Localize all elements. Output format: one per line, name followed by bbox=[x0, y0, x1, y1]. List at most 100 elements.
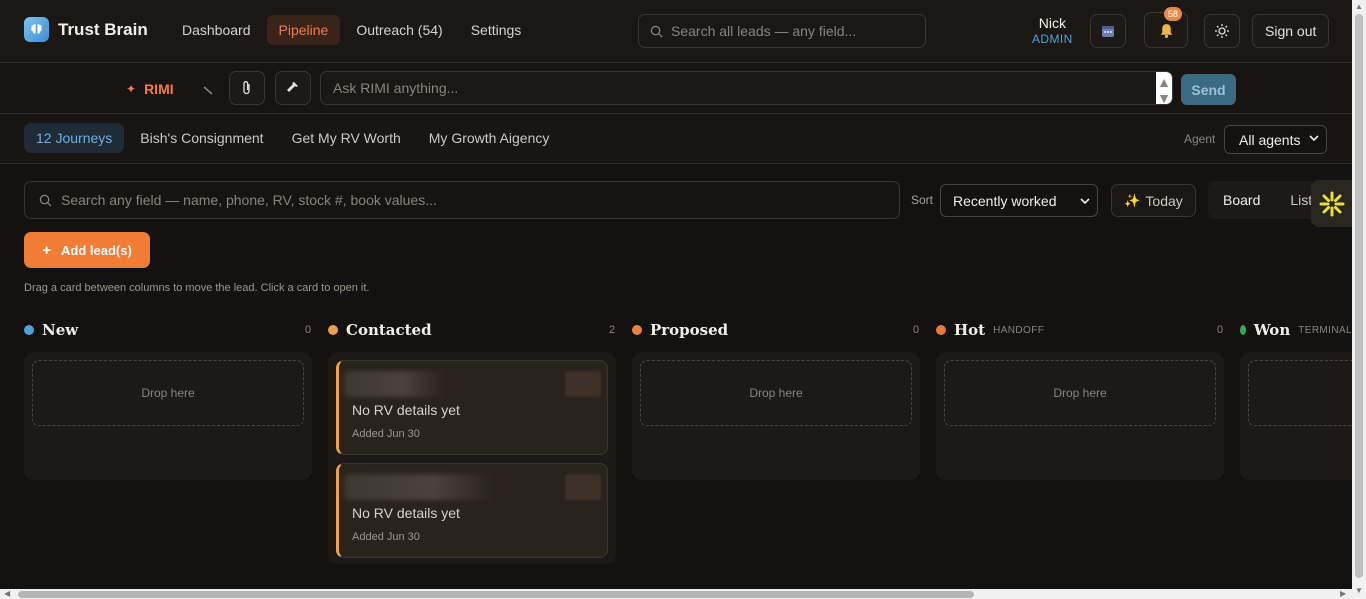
column-count: 0 bbox=[1217, 324, 1224, 336]
calendar-button[interactable] bbox=[1090, 14, 1126, 48]
scroll-down-icon[interactable]: ▼ bbox=[1157, 90, 1171, 106]
vertical-scrollbar[interactable]: ▲ ▼ bbox=[1352, 0, 1366, 599]
column-won bbox=[1240, 352, 1352, 480]
lead-card-title: No RV details yet bbox=[352, 505, 460, 521]
status-dot bbox=[328, 325, 338, 335]
column-new: Drop here bbox=[24, 352, 312, 480]
theme-toggle-button[interactable] bbox=[1204, 14, 1240, 48]
rimi-label: ✦ RIMI bbox=[126, 81, 174, 97]
board-view-button[interactable]: Board bbox=[1208, 192, 1275, 208]
drop-zone[interactable]: Drop here bbox=[640, 360, 912, 426]
horizontal-scroll-thumb[interactable] bbox=[18, 591, 974, 598]
sparkle-icon: ✦ bbox=[126, 82, 137, 96]
chevron-down-icon bbox=[1080, 198, 1090, 205]
redacted-thumbnail bbox=[565, 474, 601, 500]
tools-button[interactable] bbox=[275, 71, 311, 105]
redacted-name bbox=[344, 371, 444, 397]
column-count: 0 bbox=[305, 324, 312, 336]
search-icon bbox=[39, 194, 52, 207]
today-button[interactable]: ✨ Today bbox=[1111, 184, 1196, 217]
scroll-up-icon[interactable]: ▲ bbox=[1157, 74, 1171, 90]
column-header-proposed: Proposed bbox=[632, 320, 728, 340]
redacted-thumbnail bbox=[565, 371, 601, 397]
agent-label: Agent bbox=[1184, 132, 1216, 146]
main-nav: Dashboard Pipeline Outreach (54) Setting… bbox=[170, 15, 533, 45]
brain-logo-icon bbox=[24, 17, 49, 42]
drop-zone[interactable]: Drop here bbox=[944, 360, 1216, 426]
scroll-left-arrow-icon[interactable]: ◀ bbox=[4, 589, 10, 598]
drop-zone[interactable]: Drop here bbox=[32, 360, 304, 426]
wand-icon[interactable] bbox=[202, 83, 214, 99]
plus-icon: + bbox=[42, 241, 51, 259]
column-title: Hot bbox=[954, 321, 986, 339]
assistant-launcher-button[interactable] bbox=[1311, 180, 1352, 227]
column-title: Proposed bbox=[650, 321, 729, 339]
vertical-scroll-thumb[interactable] bbox=[1355, 14, 1363, 578]
search-icon bbox=[650, 25, 663, 38]
column-count: 2 bbox=[609, 324, 616, 336]
lead-card-date: Added Jun 30 bbox=[352, 428, 420, 440]
sort-select-value: Recently worked bbox=[953, 192, 1057, 209]
add-lead-label: Add lead(s) bbox=[60, 242, 132, 258]
nav-dashboard[interactable]: Dashboard bbox=[170, 15, 263, 45]
nav-settings[interactable]: Settings bbox=[459, 15, 534, 45]
column-header-won: Won TERMINAL bbox=[1240, 320, 1352, 340]
paperclip-icon bbox=[243, 81, 250, 95]
drop-zone[interactable] bbox=[1248, 360, 1352, 426]
rimi-label-text: RIMI bbox=[144, 81, 174, 97]
tab-get-my-rv-worth[interactable]: Get My RV Worth bbox=[280, 123, 413, 153]
ask-rimi-input[interactable]: Ask RIMI anything... ▲ ▼ bbox=[320, 71, 1173, 106]
bell-icon bbox=[1160, 23, 1172, 38]
sun-icon bbox=[1215, 24, 1229, 38]
lead-card[interactable]: No RV details yet Added Jun 30 bbox=[336, 360, 608, 455]
attach-button[interactable] bbox=[229, 71, 265, 105]
tab-my-growth-aigency[interactable]: My Growth Aigency bbox=[417, 123, 562, 153]
horizontal-scrollbar[interactable]: ◀ ▶ bbox=[0, 589, 1352, 599]
column-header-hot: Hot HANDOFF bbox=[936, 320, 1044, 340]
sort-select[interactable]: Recently worked bbox=[940, 184, 1098, 217]
add-lead-button[interactable]: + Add lead(s) bbox=[24, 232, 150, 268]
agent-select[interactable]: All agents bbox=[1224, 125, 1327, 154]
global-search-input[interactable] bbox=[671, 23, 911, 39]
user-role: ADMIN bbox=[1032, 32, 1073, 46]
column-header-contacted: Contacted bbox=[328, 320, 432, 340]
scroll-right-arrow-icon[interactable]: ▶ bbox=[1340, 589, 1346, 598]
lead-card[interactable]: No RV details yet Added Jun 30 bbox=[336, 463, 608, 558]
ask-rimi-placeholder: Ask RIMI anything... bbox=[333, 80, 459, 96]
column-count: 0 bbox=[913, 324, 920, 336]
column-tag: TERMINAL bbox=[1298, 324, 1352, 336]
sign-out-button[interactable]: Sign out bbox=[1252, 14, 1330, 48]
global-search[interactable] bbox=[638, 14, 926, 48]
burst-icon bbox=[1319, 191, 1344, 216]
agent-select-value: All agents bbox=[1239, 131, 1301, 148]
column-title: Won bbox=[1253, 321, 1291, 339]
brand[interactable]: Trust Brain bbox=[24, 17, 148, 42]
scroll-down-arrow-icon[interactable]: ▼ bbox=[1355, 586, 1363, 595]
ask-input-scrollbar[interactable]: ▲ ▼ bbox=[1156, 72, 1172, 106]
lead-search[interactable]: Search any field — name, phone, RV, stoc… bbox=[24, 181, 900, 219]
sparkles-icon: ✨ bbox=[1124, 192, 1141, 208]
sort-label: Sort bbox=[911, 193, 934, 207]
notifications-button[interactable]: 58 bbox=[1144, 7, 1188, 48]
column-title: New bbox=[42, 321, 79, 339]
column-header-new: New bbox=[24, 320, 78, 340]
column-proposed: Drop here bbox=[632, 352, 920, 480]
column-hot: Drop here bbox=[936, 352, 1224, 480]
today-label: Today bbox=[1145, 192, 1183, 209]
top-navigation-bar: Trust Brain Dashboard Pipeline Outreach … bbox=[0, 0, 1352, 63]
send-button[interactable]: Send bbox=[1181, 74, 1236, 105]
status-dot bbox=[24, 325, 34, 335]
lead-search-placeholder: Search any field — name, phone, RV, stoc… bbox=[61, 192, 437, 208]
lead-card-date: Added Jun 30 bbox=[352, 531, 420, 543]
tab-12-journeys[interactable]: 12 Journeys bbox=[24, 123, 125, 153]
rimi-assistant-bar: ✦ RIMI Ask RIMI anything... ▲ ▼ Send bbox=[0, 63, 1352, 114]
scroll-up-arrow-icon[interactable]: ▲ bbox=[1355, 2, 1363, 11]
tab-bishs-consignment[interactable]: Bish's Consignment bbox=[128, 123, 275, 153]
nav-outreach[interactable]: Outreach (54) bbox=[344, 15, 454, 45]
status-dot bbox=[1240, 325, 1246, 335]
nav-pipeline[interactable]: Pipeline bbox=[266, 15, 341, 45]
board-hint: Drag a card between columns to move the … bbox=[24, 282, 370, 294]
status-dot bbox=[936, 325, 946, 335]
user-info[interactable]: Nick ADMIN bbox=[1032, 15, 1073, 47]
column-title: Contacted bbox=[346, 321, 432, 339]
